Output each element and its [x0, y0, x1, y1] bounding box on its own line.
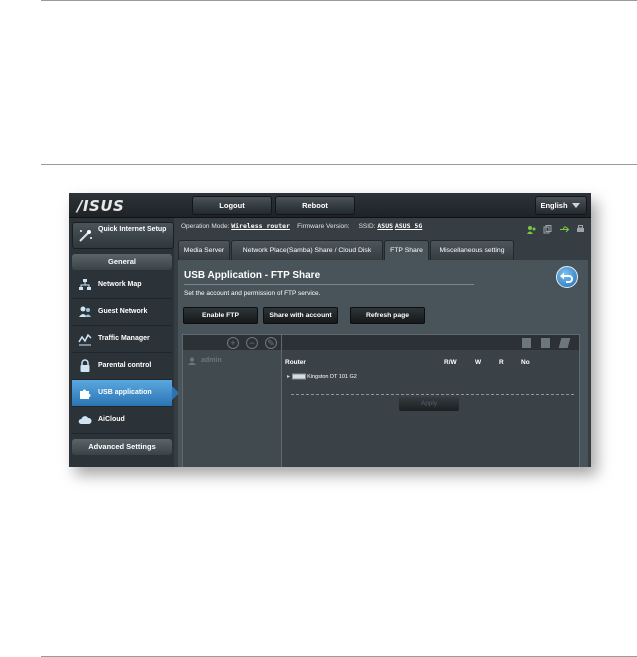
- network-map-icon: [79, 279, 91, 290]
- tab-media-server[interactable]: Media Server: [178, 240, 230, 260]
- user-icon: [188, 357, 196, 365]
- sidebar-item-label: AiCloud: [98, 416, 125, 423]
- tab-miscellaneous-setting[interactable]: Miscellaneous setting: [430, 240, 514, 260]
- ftp-share-panel: USB Application - FTP Share Set the acco…: [178, 260, 588, 467]
- cloud-icon: [78, 416, 92, 424]
- enable-ftp-button[interactable]: Enable FTP: [183, 307, 258, 324]
- title-divider: [184, 284, 474, 285]
- top-bar: /ISUS Logout Reboot English: [69, 193, 591, 218]
- sidebar-item-label: Traffic Manager: [98, 335, 150, 342]
- back-arrow-icon: [560, 272, 573, 283]
- puzzle-icon: [80, 389, 91, 399]
- account-admin[interactable]: admin: [201, 357, 222, 364]
- section-rule: [41, 164, 637, 165]
- traffic-manager-icon: [78, 333, 92, 346]
- lock-icon: [80, 359, 90, 372]
- status-icons: [524, 221, 585, 239]
- ftp-permission-table: + − ✎ admin Router R/W W R No ▸ Kingston…: [182, 334, 580, 467]
- firmware-label: Firmware Version:: [297, 223, 350, 230]
- op-mode-value[interactable]: Wireless router: [231, 222, 290, 230]
- usb-device-row[interactable]: ▸ Kingston DT 101 G2: [287, 373, 357, 380]
- router-ui-screenshot: /ISUS Logout Reboot English Quick Intern…: [69, 193, 591, 467]
- col-r: R: [499, 359, 504, 366]
- page-title: USB Application - FTP Share: [184, 270, 321, 281]
- op-mode-label: Operation Mode:: [181, 223, 230, 230]
- top-rule: [41, 0, 637, 1]
- remove-account-icon[interactable]: −: [246, 337, 258, 349]
- device-name: Kingston DT 101 G2: [307, 374, 357, 380]
- main-content: Operation Mode: Wireless router Firmware…: [178, 218, 591, 467]
- sidebar-item-traffic-manager[interactable]: Traffic Manager: [72, 326, 172, 353]
- tab-ftp-share[interactable]: FTP Share: [384, 240, 429, 260]
- folder-toolbar: [282, 335, 579, 350]
- guest-network-icon: [79, 306, 91, 317]
- account-toolbar: + − ✎: [183, 335, 281, 350]
- tab-samba-share[interactable]: Network Place(Samba) Share / Cloud Disk: [231, 240, 383, 260]
- row-divider: [291, 394, 575, 395]
- ssid-label: SSID:: [358, 223, 376, 230]
- sidebar-item-network-map[interactable]: Network Map: [72, 272, 172, 299]
- share-with-account-button[interactable]: Share with account: [263, 307, 338, 324]
- sidebar-item-label: USB application: [98, 389, 152, 396]
- rename-icon[interactable]: [558, 338, 571, 348]
- sidebar-item-label: Parental control: [98, 362, 152, 369]
- clients-icon[interactable]: [526, 221, 536, 234]
- language-value: English: [540, 201, 568, 210]
- col-w: W: [475, 359, 482, 366]
- logout-button[interactable]: Logout: [192, 196, 272, 215]
- refresh-page-button[interactable]: Refresh page: [350, 307, 425, 324]
- copy-icon[interactable]: [543, 221, 552, 234]
- account-pane: + − ✎ admin: [183, 335, 282, 467]
- apply-button[interactable]: Apply: [399, 397, 459, 411]
- ssid-value[interactable]: ASUS: [377, 222, 393, 230]
- language-select[interactable]: English: [535, 196, 587, 215]
- chevron-down-icon: [572, 203, 580, 208]
- sidebar: Quick Internet Setup General Network Map…: [69, 218, 179, 467]
- page-description: Set the account and permission of FTP se…: [184, 290, 321, 297]
- advanced-settings-header: Advanced Settings: [72, 439, 172, 455]
- quick-internet-setup-button[interactable]: Quick Internet Setup: [72, 222, 174, 249]
- sidebar-item-label: Guest Network: [98, 308, 148, 315]
- add-account-icon[interactable]: +: [227, 337, 239, 349]
- reboot-button[interactable]: Reboot: [275, 196, 355, 215]
- folder-root: Router: [285, 359, 306, 366]
- general-header: General: [72, 254, 172, 270]
- edit-account-icon[interactable]: ✎: [265, 337, 277, 349]
- sidebar-item-label: Network Map: [98, 281, 142, 288]
- sidebar-item-usb-application[interactable]: USB application: [72, 380, 179, 407]
- ssid-value-5g[interactable]: ASUS_5G: [395, 222, 422, 230]
- col-rw: R/W: [444, 359, 457, 366]
- sidebar-item-aicloud[interactable]: AiCloud: [72, 407, 172, 434]
- quick-setup-label: Quick Internet Setup: [98, 226, 167, 233]
- back-button[interactable]: [556, 266, 578, 288]
- asus-logo[interactable]: /ISUS: [77, 197, 124, 215]
- sidebar-item-guest-network[interactable]: Guest Network: [72, 299, 172, 326]
- usb-icon[interactable]: [559, 221, 569, 233]
- status-line: Operation Mode: Wireless router Firmware…: [181, 222, 422, 230]
- col-no: No: [521, 359, 530, 366]
- sidebar-item-parental-control[interactable]: Parental control: [72, 353, 172, 380]
- new-file-icon[interactable]: [541, 338, 550, 348]
- printer-icon[interactable]: [576, 221, 585, 232]
- new-folder-icon[interactable]: [522, 338, 531, 348]
- expand-icon[interactable]: ▸: [287, 374, 290, 380]
- usb-drive-icon: [291, 373, 306, 380]
- wand-icon: [79, 230, 92, 242]
